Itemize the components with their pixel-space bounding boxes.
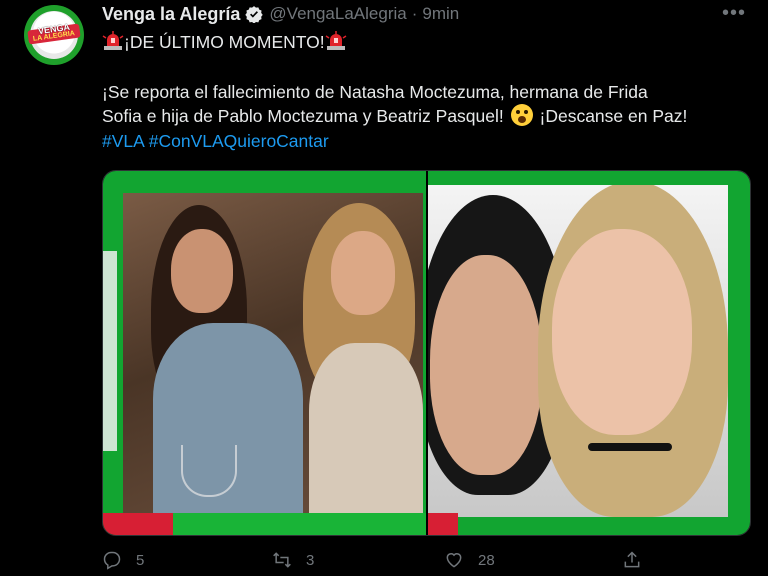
- tweet[interactable]: VENGA LA ALEGRIA Venga la Alegría @Venga…: [0, 0, 768, 576]
- siren-emoji-icon: [325, 31, 347, 50]
- siren-emoji-icon: [102, 31, 124, 50]
- timestamp[interactable]: 9min: [422, 4, 459, 24]
- choker-necklace: [588, 443, 672, 451]
- figure-face: [552, 229, 692, 435]
- action-bar: 5 3 28: [102, 550, 752, 576]
- figure-face: [331, 231, 395, 315]
- tweet-text-part: Sofia e hija de Pablo Moctezuma y Beatri…: [102, 106, 504, 126]
- figure-top: [309, 343, 423, 513]
- frame-red-bar: [428, 513, 458, 535]
- photo-two-women-selfie: [428, 185, 728, 517]
- reply-count: 5: [136, 551, 145, 569]
- share-button[interactable]: [622, 550, 642, 570]
- frame-red-bar: [103, 513, 173, 535]
- tweet-media[interactable]: [102, 170, 751, 536]
- retweet-icon: [273, 552, 291, 568]
- wine-glass: [181, 445, 237, 497]
- separator-dot: ·: [411, 4, 418, 23]
- tweet-header: Venga la Alegría @VengaLaAlegria · 9min: [102, 3, 459, 25]
- photo-two-women-restaurant: [123, 193, 423, 513]
- frame-stripe: [103, 251, 117, 451]
- tweet-line-2: ¡Se reporta el fallecimiento de Natasha …: [102, 82, 648, 102]
- avatar[interactable]: VENGA LA ALEGRIA: [24, 5, 84, 65]
- like-button[interactable]: 28: [444, 550, 495, 570]
- media-image-right[interactable]: [428, 171, 750, 535]
- handle[interactable]: @VengaLaAlegria: [269, 4, 406, 24]
- frame-green-bar: [173, 513, 426, 535]
- tweet-line-3: Sofia e hija de Pablo Moctezuma y Beatri…: [102, 104, 687, 128]
- reply-button[interactable]: 5: [102, 550, 144, 570]
- display-name[interactable]: Venga la Alegría: [102, 4, 240, 25]
- like-icon: [446, 553, 462, 568]
- tweet-line-1: ¡DE ÚLTIMO MOMENTO!: [102, 30, 347, 54]
- figure-face: [430, 255, 542, 475]
- hashtags: #VLA #ConVLAQuieroCantar: [102, 129, 329, 153]
- media-image-left[interactable]: [103, 171, 426, 535]
- breaking-news-text: ¡DE ÚLTIMO MOMENTO!: [124, 32, 325, 52]
- reply-icon: [103, 551, 121, 570]
- figure-face: [171, 229, 233, 313]
- verified-badge-icon: [245, 6, 264, 23]
- hashtag-link[interactable]: #ConVLAQuieroCantar: [149, 131, 329, 151]
- share-icon: [624, 551, 640, 568]
- hashtag-link[interactable]: #VLA: [102, 131, 144, 151]
- more-icon[interactable]: •••: [722, 3, 746, 23]
- retweet-button[interactable]: 3: [272, 550, 314, 570]
- like-count: 28: [478, 551, 495, 569]
- tweet-text-part: ¡Descanse en Paz!: [539, 106, 688, 126]
- retweet-count: 3: [306, 551, 315, 569]
- screaming-face-emoji-icon: [510, 104, 533, 126]
